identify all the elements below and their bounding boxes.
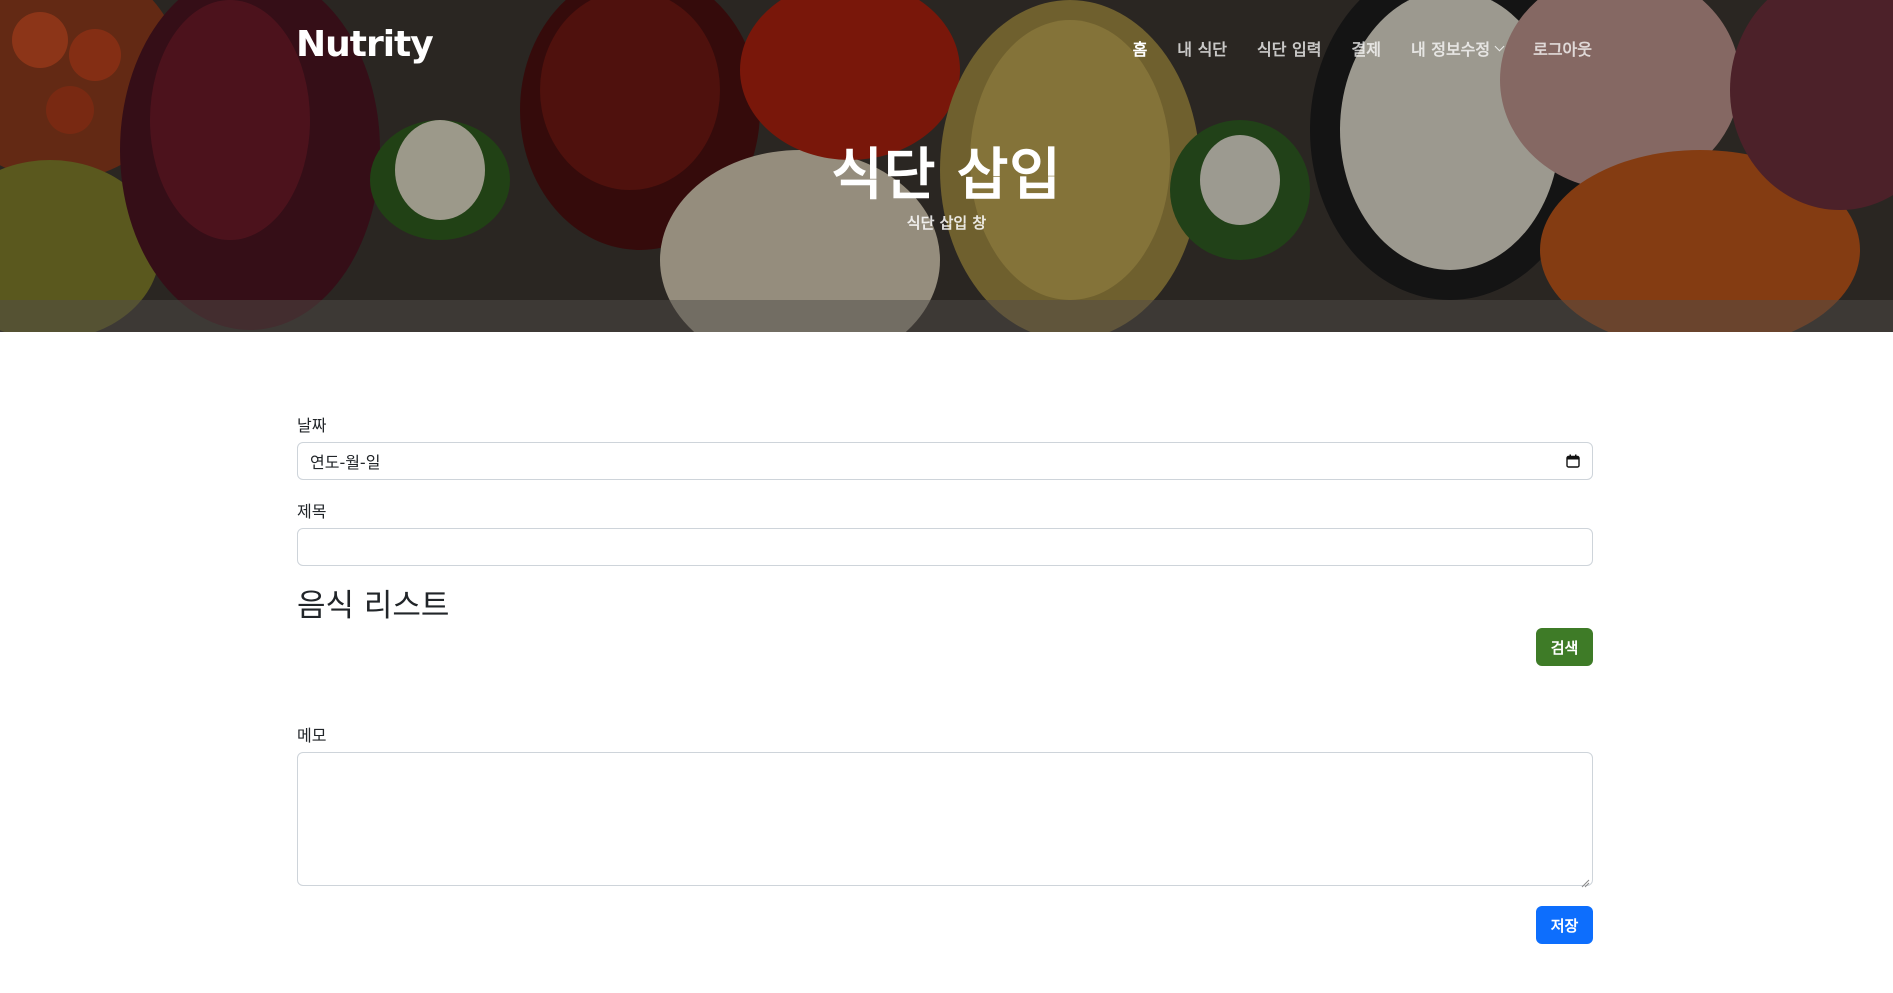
title-input[interactable]: [297, 528, 1593, 566]
nav-item-payment[interactable]: 결제: [1351, 36, 1380, 60]
date-input-value: 연도-월-일: [310, 453, 381, 472]
title-field-group: 제목: [297, 498, 1593, 566]
nav-item-label: 식단 입력: [1257, 40, 1322, 59]
date-label: 날짜: [297, 416, 327, 435]
food-list-heading: 음식 리스트: [297, 588, 450, 624]
nav-item-my-diet[interactable]: 내 식단: [1177, 36, 1227, 60]
calendar-icon[interactable]: [1566, 454, 1580, 468]
date-input[interactable]: 연도-월-일: [297, 442, 1593, 480]
navbar: Nutrity 홈 내 식단 식단 입력 결제 내 정보수정 로그아웃: [0, 0, 1893, 96]
save-button[interactable]: 저장: [1536, 906, 1593, 944]
title-label: 제목: [297, 502, 327, 521]
date-field-group: 날짜 연도-월-일: [297, 412, 1593, 480]
nav-item-label: 내 식단: [1177, 40, 1228, 59]
brand-logo[interactable]: Nutrity: [296, 24, 434, 65]
search-button[interactable]: 검색: [1536, 628, 1593, 666]
nav-item-profile-edit[interactable]: 내 정보수정: [1410, 36, 1505, 60]
nav-item-label: 홈: [1132, 40, 1148, 59]
resize-handle-icon[interactable]: [1580, 873, 1590, 888]
nav-item-home[interactable]: 홈: [1133, 36, 1148, 60]
memo-label: 메모: [297, 726, 327, 745]
page-subtitle: 식단 삽입 창: [906, 214, 987, 232]
page-title: 식단 삽입: [831, 143, 1062, 208]
nav-item-label: 결제: [1351, 40, 1381, 59]
nav-item-label: 내 정보수정: [1410, 40, 1491, 59]
nav-item-logout[interactable]: 로그아웃: [1533, 36, 1592, 60]
nav-item-label: 로그아웃: [1533, 40, 1592, 59]
nav-menu: 홈 내 식단 식단 입력 결제 내 정보수정 로그아웃: [1103, 36, 1592, 60]
chevron-down-icon: [1494, 41, 1505, 51]
nav-item-diet-input[interactable]: 식단 입력: [1257, 36, 1321, 60]
memo-field-group: 메모: [297, 722, 1593, 888]
hero-banner: Nutrity 홈 내 식단 식단 입력 결제 내 정보수정 로그아웃 식단 삽…: [0, 0, 1893, 332]
memo-textarea[interactable]: [297, 752, 1593, 888]
